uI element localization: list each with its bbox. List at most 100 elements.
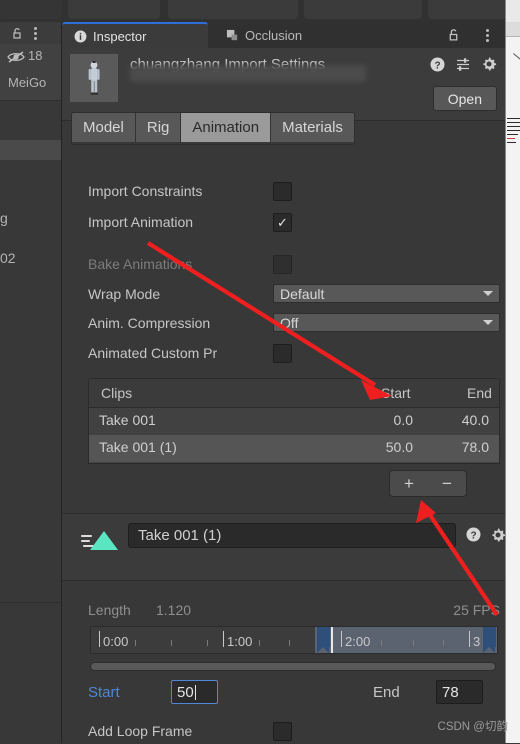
tab-occlusion[interactable]: Occlusion xyxy=(214,22,354,48)
clip-row-start: 50.0 xyxy=(385,439,413,455)
ruler-tick-label: 0:00 xyxy=(103,634,129,649)
help-icon[interactable]: ? xyxy=(466,527,481,542)
bg-tab-3[interactable] xyxy=(168,0,298,19)
ruler-tick-label: 3 xyxy=(473,634,481,649)
bg-tab-2[interactable] xyxy=(68,0,160,19)
occlusion-icon xyxy=(226,29,238,40)
tab-model[interactable]: Model xyxy=(72,113,136,142)
checkbox-add-loop-frame[interactable] xyxy=(273,722,292,741)
check-mark-icon: ✓ xyxy=(277,215,288,230)
inspector-tabbar: Inspector Occlusion xyxy=(62,22,505,48)
animation-clip-icon xyxy=(80,531,118,550)
bg-tab-1[interactable] xyxy=(0,0,62,19)
dropdown-anim-compression[interactable]: Off xyxy=(273,313,500,332)
label-add-loop-frame: Add Loop Frame xyxy=(88,723,193,739)
watermark: CSDN @切韵 xyxy=(437,721,508,733)
open-button[interactable]: Open xyxy=(432,86,497,111)
length-label: Length xyxy=(88,602,131,618)
clip-row-end: 78.0 xyxy=(461,439,489,455)
left-object-name: MeiGo xyxy=(8,75,47,90)
range-end-handle[interactable] xyxy=(483,627,496,653)
bg-tab-5[interactable] xyxy=(428,0,506,19)
ruler-tick-label: 2:00 xyxy=(345,634,371,649)
label-bake-animations: Bake Animations xyxy=(88,256,193,272)
text-cursor xyxy=(194,684,196,700)
checkbox-import-constraints[interactable] xyxy=(273,182,292,201)
svg-text:?: ? xyxy=(470,530,476,541)
dropdown-wrap-mode[interactable]: Default xyxy=(273,284,500,303)
bg-tab-4[interactable] xyxy=(304,0,422,19)
checkbox-animated-custom-properties[interactable] xyxy=(273,344,292,363)
left-selected-row[interactable] xyxy=(0,140,62,160)
kebab-menu-icon[interactable] xyxy=(34,27,37,42)
document-ruler xyxy=(506,22,520,37)
label-anim-compression: Anim. Compression xyxy=(88,315,211,331)
left-fragment-g: g xyxy=(0,210,8,226)
clips-col-start: Start xyxy=(381,385,411,401)
preset-sliders-icon[interactable] xyxy=(455,57,471,72)
clip-add-remove-group: + − xyxy=(389,470,467,497)
gear-icon[interactable] xyxy=(490,527,506,543)
clip-row-start: 0.0 xyxy=(393,412,413,428)
clips-col-end: End xyxy=(467,385,492,401)
remove-clip-button[interactable]: − xyxy=(442,474,452,494)
range-start-handle[interactable] xyxy=(317,627,330,653)
timeline-ruler[interactable]: 0:00 1:00 2:00 3 xyxy=(90,626,498,654)
chevron-down-icon xyxy=(483,320,493,325)
clips-col-name: Clips xyxy=(101,385,133,401)
playhead-marker[interactable] xyxy=(331,627,333,653)
table-row[interactable]: Take 001 0.0 40.0 xyxy=(89,408,499,435)
background-document-panel xyxy=(505,0,520,743)
asset-thumbnail[interactable] xyxy=(70,54,118,102)
unlock-icon[interactable] xyxy=(10,26,24,40)
clip-row-name: Take 001 (1) xyxy=(99,439,177,455)
clip-name-field[interactable]: Take 001 (1) xyxy=(128,523,456,548)
title-redaction-overlay xyxy=(130,65,366,82)
visibility-count: 18 xyxy=(28,48,43,63)
header-icon-group: ? xyxy=(430,56,497,72)
fps-value: 25 FPS xyxy=(453,602,500,618)
scrollbar-thumb[interactable] xyxy=(91,663,495,670)
chevron-down-icon xyxy=(483,291,493,296)
character-preview-icon xyxy=(70,54,118,102)
info-icon xyxy=(74,30,87,42)
label-import-animation: Import Animation xyxy=(88,214,194,230)
label-animated-custom-properties: Animated Custom Pr xyxy=(88,345,218,361)
background-left-panel: 18 MeiGo g 02 xyxy=(0,22,62,743)
left-fragment-02: 02 xyxy=(0,250,16,266)
timeline-horizontal-scrollbar[interactable] xyxy=(90,662,496,671)
start-input-value: 50 xyxy=(177,683,194,701)
clip-length-row: Length 1.120 25 FPS xyxy=(88,600,500,624)
clip-range-row: Start 50 End 78 xyxy=(88,680,500,708)
import-settings-tabs: Model Rig Animation Materials xyxy=(71,112,355,145)
background-window-tabbar xyxy=(0,0,520,22)
start-label: Start xyxy=(88,684,120,701)
end-label: End xyxy=(373,684,400,701)
checkbox-bake-animations xyxy=(273,255,292,274)
tab-inspector[interactable]: Inspector xyxy=(62,22,208,48)
svg-text:?: ? xyxy=(434,60,440,71)
tab-materials[interactable]: Materials xyxy=(271,113,354,142)
gear-icon[interactable] xyxy=(481,56,497,72)
tab-animation[interactable]: Animation xyxy=(181,113,272,142)
start-input[interactable]: 50 xyxy=(171,680,218,704)
clips-table: Clips Start End Take 001 0.0 40.0 Take 0… xyxy=(88,378,500,466)
left-visibility-row[interactable]: 18 xyxy=(0,44,62,70)
clips-table-body: Take 001 0.0 40.0 Take 001 (1) 50.0 78.0 xyxy=(88,408,500,464)
left-panel-header xyxy=(0,22,62,44)
left-object-row[interactable]: MeiGo xyxy=(0,70,62,100)
tab-rig[interactable]: Rig xyxy=(135,113,182,142)
clip-editor-header: Take 001 (1) ? xyxy=(62,513,506,581)
eye-off-icon[interactable] xyxy=(6,49,26,65)
end-input-value: 78 xyxy=(442,683,459,701)
end-input[interactable]: 78 xyxy=(436,680,483,704)
checkbox-import-animation[interactable]: ✓ xyxy=(273,213,292,232)
dropdown-wrap-mode-value: Default xyxy=(280,285,325,302)
table-row[interactable]: Take 001 (1) 50.0 78.0 xyxy=(89,435,499,462)
label-import-constraints: Import Constraints xyxy=(88,183,203,199)
add-clip-button[interactable]: + xyxy=(404,474,414,494)
help-icon[interactable]: ? xyxy=(430,57,445,72)
dropdown-anim-compression-value: Off xyxy=(280,314,299,331)
kebab-menu-icon[interactable] xyxy=(486,29,489,44)
unlock-icon[interactable] xyxy=(446,27,461,42)
